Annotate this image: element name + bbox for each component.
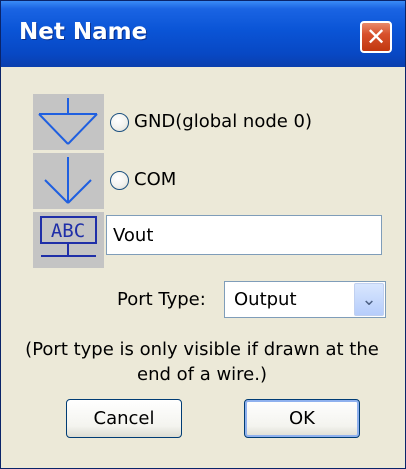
- abc-symbol-text: ABC: [51, 220, 85, 242]
- cancel-button[interactable]: Cancel: [66, 399, 182, 438]
- ok-button[interactable]: OK: [244, 399, 360, 438]
- gnd-label: GND(global node 0): [134, 111, 313, 132]
- dropdown-arrow-button[interactable]: ⌄: [354, 283, 384, 316]
- close-button[interactable]: ✕: [360, 21, 392, 53]
- com-radio[interactable]: [110, 171, 129, 190]
- com-label: COM: [134, 169, 177, 190]
- net-label-icon[interactable]: ABC: [33, 212, 104, 268]
- close-icon: ✕: [365, 23, 387, 51]
- port-type-value: Output: [234, 289, 297, 310]
- port-type-note: (Port type is only visible if drawn at t…: [25, 339, 379, 385]
- port-type-select[interactable]: Output ⌄: [224, 281, 386, 318]
- gnd-radio[interactable]: [110, 113, 129, 132]
- com-arrow-icon[interactable]: [33, 153, 104, 209]
- dialog-title: Net Name: [19, 19, 148, 45]
- net-name-input[interactable]: [106, 215, 382, 255]
- ground-symbol-icon[interactable]: [33, 94, 104, 150]
- chevron-down-icon: ⌄: [361, 289, 377, 310]
- dialog-body: GND(global node 0) COM ABC Port Type: Ou…: [7, 67, 400, 463]
- net-name-dialog: Net Name ✕ GND(global node 0) COM ABC Vo…: [0, 0, 406, 469]
- title-bar[interactable]: Net Name ✕: [1, 1, 405, 67]
- port-type-label: Port Type:: [117, 289, 206, 310]
